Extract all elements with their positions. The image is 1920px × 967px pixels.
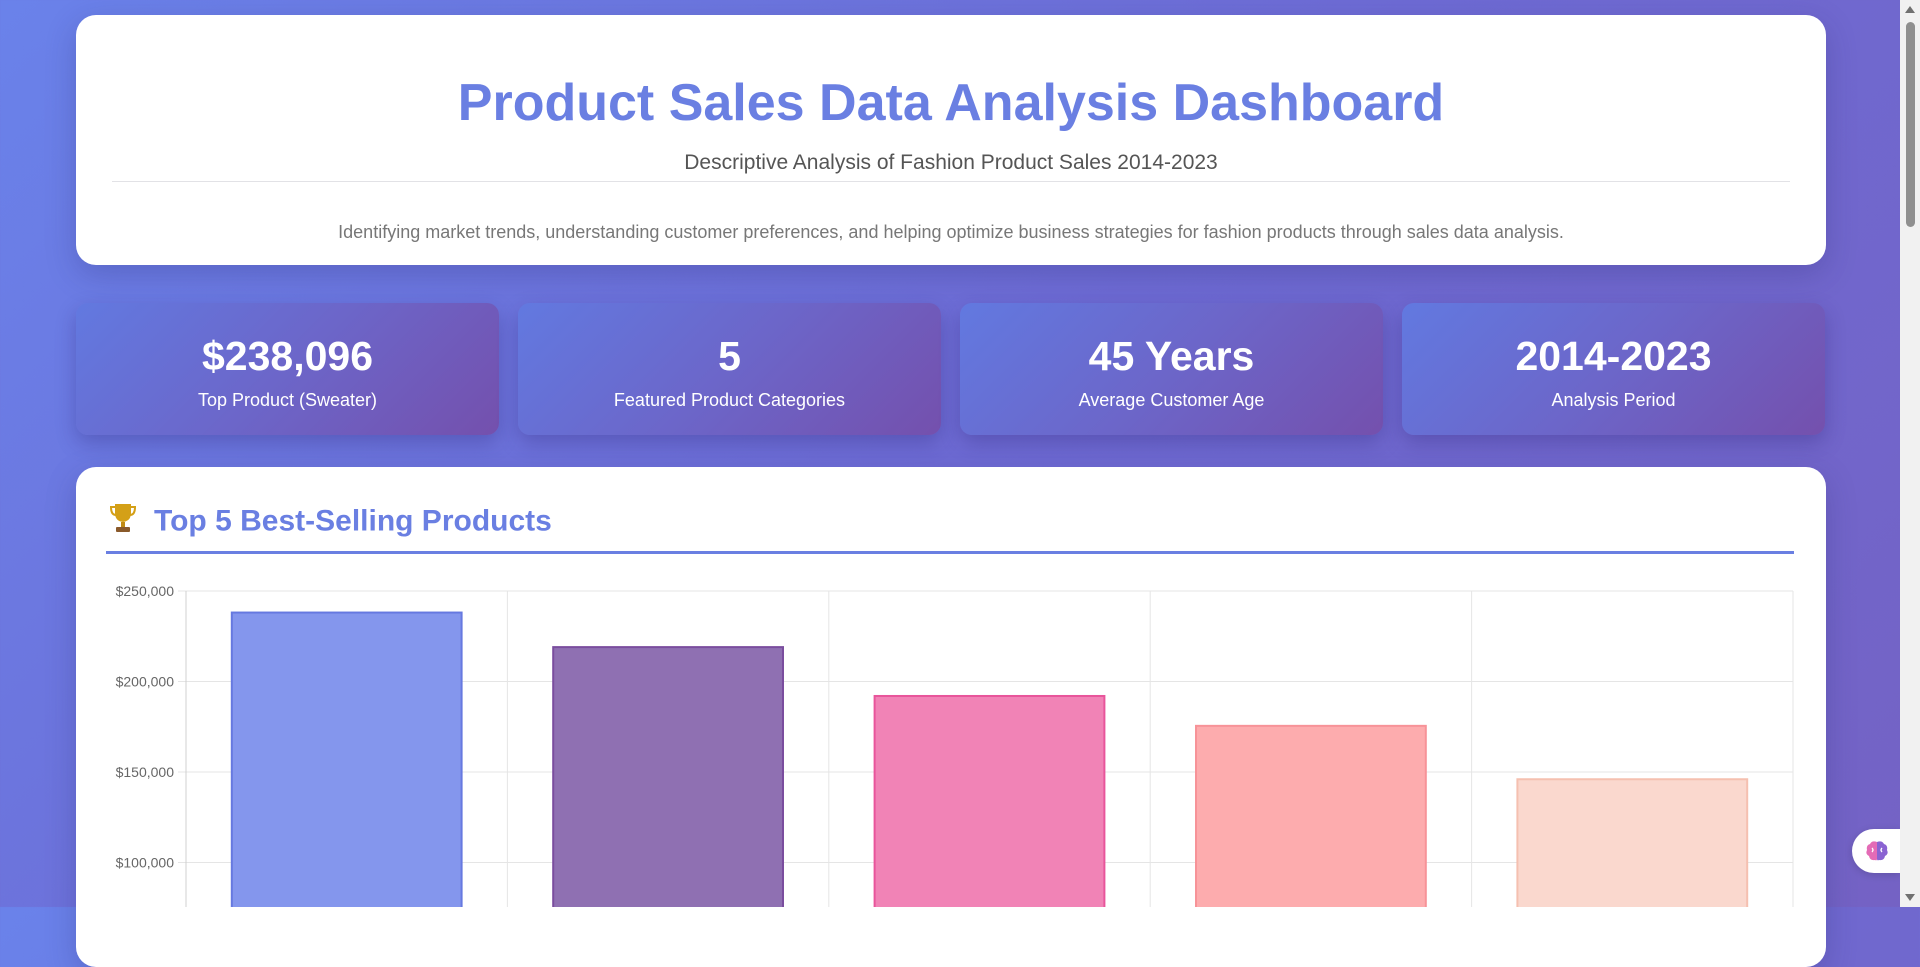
page-scrollbar[interactable] <box>1900 0 1920 907</box>
chart-card: Top 5 Best-Selling Products $250,000 $200… <box>76 467 1826 967</box>
bar-1[interactable] <box>230 611 463 907</box>
brain-icon <box>1866 841 1888 861</box>
stat-label: Featured Product Categories <box>613 390 846 410</box>
header-divider <box>112 181 1790 182</box>
page-subtitle: Descriptive Analysis of Fashion Product … <box>684 151 1218 174</box>
y-tick-label: $250,000 <box>116 583 175 599</box>
stats-row: $238,096 Top Product (Sweater) 5 Feature… <box>76 303 1826 435</box>
stat-value: 5 <box>718 333 741 379</box>
header-card: Product Sales Data Analysis Dashboard De… <box>76 15 1826 265</box>
stat-card-analysis-period: 2014-2023 Analysis Period <box>1402 303 1825 435</box>
stat-label: Analysis Period <box>1551 390 1676 410</box>
stat-card-top-product: $238,096 Top Product (Sweater) <box>76 303 499 435</box>
scrollbar-thumb[interactable] <box>1906 22 1915 227</box>
assistant-button[interactable] <box>1852 829 1900 873</box>
stat-card-customer-age: 45 Years Average Customer Age <box>960 303 1383 435</box>
scroll-up-arrow-icon[interactable] <box>1905 6 1915 13</box>
y-tick-label: $150,000 <box>116 764 175 780</box>
bar-chart: $250,000 $200,000 $150,000 $100,000 <box>116 583 1794 907</box>
scroll-down-arrow-icon[interactable] <box>1905 894 1915 901</box>
y-tick-label: $100,000 <box>116 855 175 871</box>
stat-value: 2014-2023 <box>1515 333 1712 379</box>
bar-3[interactable] <box>873 694 1106 907</box>
bar-2[interactable] <box>552 646 785 907</box>
page-description: Identifying market trends, understanding… <box>338 222 1564 242</box>
y-tick-label: $200,000 <box>116 674 175 690</box>
bar-4[interactable] <box>1194 724 1427 907</box>
page-title: Product Sales Data Analysis Dashboard <box>457 74 1445 132</box>
stat-card-categories: 5 Featured Product Categories <box>518 303 941 435</box>
bar-5[interactable] <box>1516 778 1749 907</box>
stat-value: $238,096 <box>201 333 373 379</box>
stat-label: Top Product (Sweater) <box>197 390 378 410</box>
stat-label: Average Customer Age <box>1078 390 1265 410</box>
stat-value: 45 Years <box>1088 333 1255 379</box>
